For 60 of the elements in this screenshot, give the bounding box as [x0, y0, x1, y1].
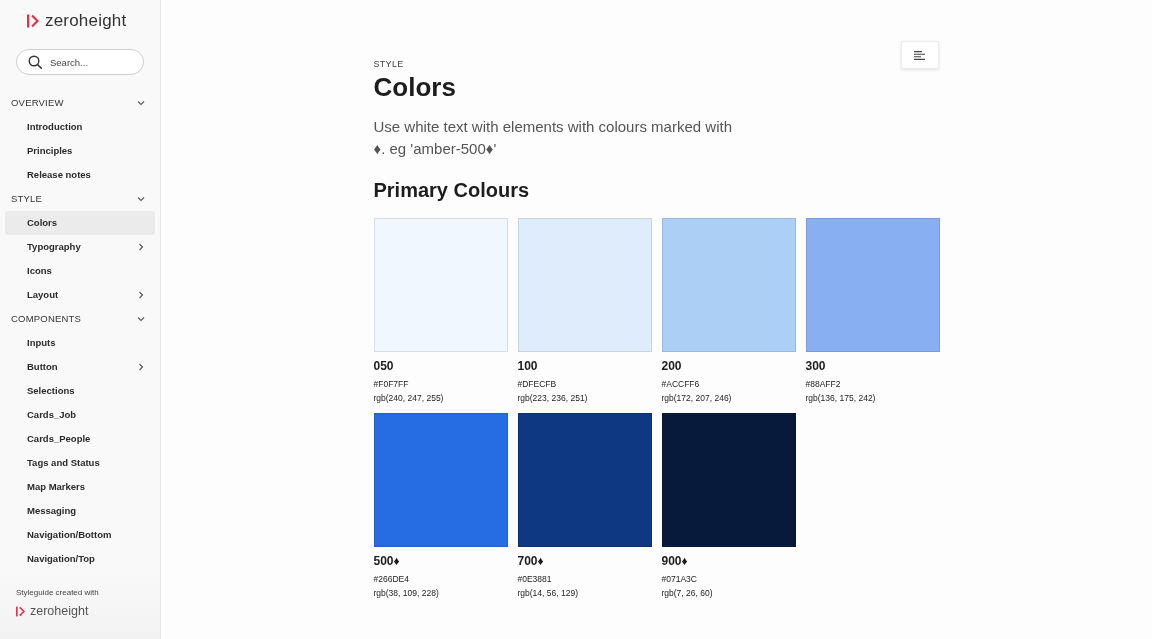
rgb-value: rgb(172, 207, 246) [661, 392, 732, 405]
hex-value: #266DE4 [373, 573, 409, 586]
nav-item[interactable]: Button [5, 355, 155, 379]
swatch-name: 300 [805, 359, 826, 373]
swatch-name: 900♦ [661, 554, 688, 568]
rgb-value: rgb(240, 247, 255) [373, 392, 444, 405]
nav-item[interactable]: Principles [5, 139, 155, 163]
page-description: Use white text with elements with colours marked with ♦. eg 'amber-500♦' [373, 117, 733, 159]
nav-item[interactable]: Inputs [5, 331, 155, 355]
nav-item[interactable]: Messaging [5, 499, 155, 523]
nav-section-header[interactable]: COMPONENTS [5, 307, 155, 331]
logo-link[interactable]: zeroheight [16, 603, 89, 619]
rgb-value: rgb(14, 56, 129) [517, 587, 578, 600]
chevron-right-icon [137, 291, 145, 299]
rgb-value: rgb(38, 109, 228) [373, 587, 439, 600]
logo-icon [27, 13, 39, 28]
nav-item[interactable]: Tags and Status [5, 451, 155, 475]
swatch-name: 700♦ [517, 554, 544, 568]
text-lines-icon [914, 50, 925, 60]
nav-item[interactable]: Navigation/Bottom [5, 523, 155, 547]
chevron-down-icon [137, 99, 145, 107]
chevron-right-icon [137, 363, 145, 371]
hex-value: #071A3C [661, 573, 697, 586]
rgb-value: rgb(136, 175, 242) [805, 392, 876, 405]
hex-value: #DFECFB [517, 378, 557, 391]
page-title: Colors [373, 71, 456, 103]
nav-item[interactable]: Selections [5, 379, 155, 403]
search-icon [28, 55, 42, 69]
nav-item[interactable]: Colors [5, 211, 155, 235]
nav-item[interactable]: Map Markers [5, 475, 155, 499]
section-heading: Primary Colours [373, 178, 530, 202]
section-label: STYLE [373, 59, 404, 70]
chevron-down-icon [137, 195, 145, 203]
rgb-value: rgb(7, 26, 60) [661, 587, 713, 600]
nav-item[interactable]: Release notes [5, 163, 155, 187]
hex-value: #ACCFF6 [661, 378, 700, 391]
chevron-down-icon [137, 315, 145, 323]
nav-item[interactable]: Typography [5, 235, 155, 259]
swatch-name: 050 [373, 359, 394, 373]
nav-section-header[interactable]: OVERVIEW [5, 91, 155, 115]
rgb-value: rgb(223, 236, 251) [517, 392, 588, 405]
nav-item[interactable]: Layout [5, 283, 155, 307]
nav-item[interactable]: Navigation/Top [5, 547, 155, 571]
logo-icon [16, 605, 25, 617]
nav-item[interactable]: Icons [5, 259, 155, 283]
swatch-name: 500♦ [373, 554, 400, 568]
credit-text: Styleguide created with [16, 587, 99, 599]
nav-item[interactable]: Cards_Job [5, 403, 155, 427]
contents-button[interactable] [900, 41, 939, 69]
chevron-right-icon [137, 243, 145, 251]
swatch-name: 200 [661, 359, 682, 373]
hex-value: #F0F7FF [373, 378, 409, 391]
hex-value: #88AFF2 [805, 378, 841, 391]
hex-value: #0E3881 [517, 573, 552, 586]
nav-item[interactable]: Cards_People [5, 427, 155, 451]
search-field[interactable]: Search... [16, 49, 144, 75]
nav-section-header[interactable]: STYLE [5, 187, 155, 211]
swatch-name: 100 [517, 359, 538, 373]
logo-link[interactable]: zeroheight [27, 10, 127, 31]
nav-item[interactable]: Introduction [5, 115, 155, 139]
